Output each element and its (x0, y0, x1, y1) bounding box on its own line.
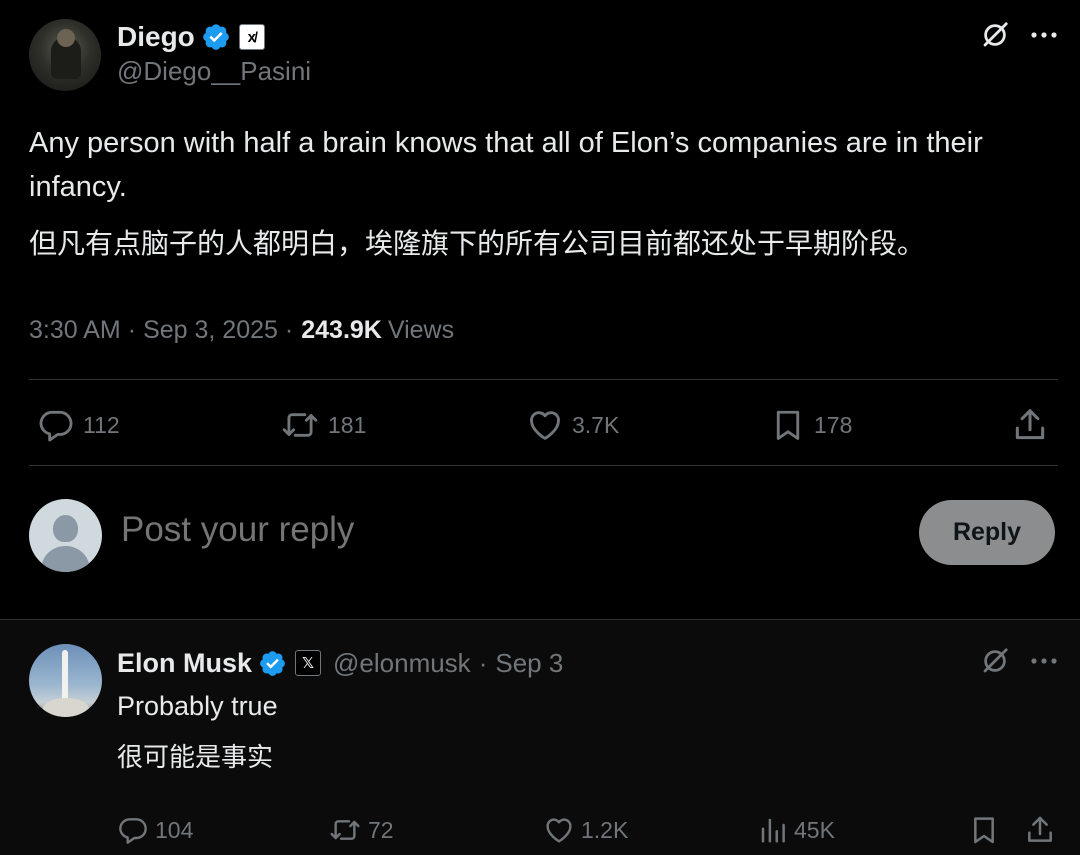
repost-action[interactable]: 72 (328, 810, 394, 850)
like-action[interactable]: 1.2K (543, 810, 628, 850)
share-icon (1015, 409, 1045, 440)
repost-count: 72 (368, 816, 394, 843)
reply-date[interactable]: Sep 3 (495, 648, 563, 679)
reply-input[interactable] (121, 510, 881, 550)
views-action[interactable]: 45K (758, 810, 835, 850)
repost-icon (330, 820, 360, 840)
author-name-row: Diego x̸ (117, 18, 265, 56)
user-avatar[interactable] (29, 499, 102, 572)
main-post: Diego x̸ @Diego__Pasini Any person with … (0, 0, 1080, 618)
share-action[interactable] (1024, 810, 1062, 850)
affiliation-badge[interactable]: x̸ (238, 24, 265, 50)
reply-icon (39, 410, 73, 442)
author-handle[interactable]: @Diego__Pasini (117, 56, 311, 87)
reply-action[interactable]: 104 (117, 810, 193, 850)
bookmark-action[interactable] (968, 810, 1006, 850)
post-text: Any person with half a brain knows that … (29, 127, 983, 203)
reply-icon (119, 818, 147, 844)
affiliation-badge[interactable]: 𝕏 (295, 650, 322, 676)
reply-text-translation: 很可能是事实 (117, 743, 274, 773)
post-meta: 3:30 AM · Sep 3, 2025 · 243.9K Views (29, 312, 454, 348)
reply-author-avatar[interactable] (29, 644, 102, 717)
reply-post[interactable]: Elon Musk 𝕏 @elonmusk · Sep 3 Probably t… (0, 619, 1080, 855)
meta-separator: · (478, 647, 488, 678)
bookmark-icon (776, 410, 800, 440)
reply-author-handle[interactable]: @elonmusk (333, 648, 471, 679)
post-text-translation: 但凡有点脑子的人都明白，埃隆旗下的所有公司目前都还处于早期阶段。 (29, 227, 926, 260)
like-count: 3.7K (572, 411, 620, 438)
share-action[interactable] (1011, 400, 1057, 450)
meta-separator: · (284, 315, 294, 344)
post-top-actions (980, 20, 1058, 50)
reply-text: Probably true (117, 691, 278, 721)
bookmark-icon (974, 817, 994, 844)
reply-action[interactable]: 112 (37, 400, 120, 450)
more-icon[interactable] (1030, 30, 1058, 40)
author-name[interactable]: Diego (117, 21, 195, 53)
reply-count: 112 (83, 411, 120, 438)
share-icon (1028, 816, 1052, 842)
reply-post-actions: 104 72 1.2K 45K (0, 810, 1080, 850)
grok-icon[interactable] (980, 20, 1010, 50)
reply-author-name[interactable]: Elon Musk (117, 648, 252, 679)
like-count: 1.2K (581, 816, 629, 843)
repost-action[interactable]: 181 (280, 400, 366, 450)
meta-separator: · (127, 315, 137, 344)
reply-top-actions (980, 646, 1058, 676)
reply-count: 104 (155, 816, 194, 843)
bookmark-count: 178 (814, 411, 853, 438)
verified-icon (260, 650, 285, 676)
reply-button[interactable]: Reply (919, 500, 1055, 565)
views-icon (761, 818, 785, 843)
like-icon (546, 818, 572, 843)
views-count: 243.9K (301, 315, 382, 344)
divider (29, 465, 1058, 466)
post-time[interactable]: 3:30 AM (29, 316, 121, 345)
like-action[interactable]: 3.7K (526, 400, 619, 450)
verified-icon (202, 24, 229, 50)
reply-author-row: Elon Musk 𝕏 @elonmusk · Sep 3 (117, 644, 563, 682)
like-icon (530, 411, 560, 440)
grok-icon[interactable] (980, 646, 1010, 676)
post-actions: 112 181 3.7K 178 (29, 400, 1058, 450)
bookmark-action[interactable]: 178 (770, 400, 852, 450)
reply-composer: Reply (0, 496, 1080, 576)
repost-icon (282, 413, 318, 437)
more-icon[interactable] (1030, 656, 1058, 666)
divider (29, 379, 1058, 380)
views-count: 45K (794, 816, 835, 843)
views-label: Views (387, 315, 455, 344)
post-date[interactable]: Sep 3, 2025 (143, 316, 278, 345)
author-avatar[interactable] (29, 19, 101, 91)
repost-count: 181 (328, 411, 367, 438)
